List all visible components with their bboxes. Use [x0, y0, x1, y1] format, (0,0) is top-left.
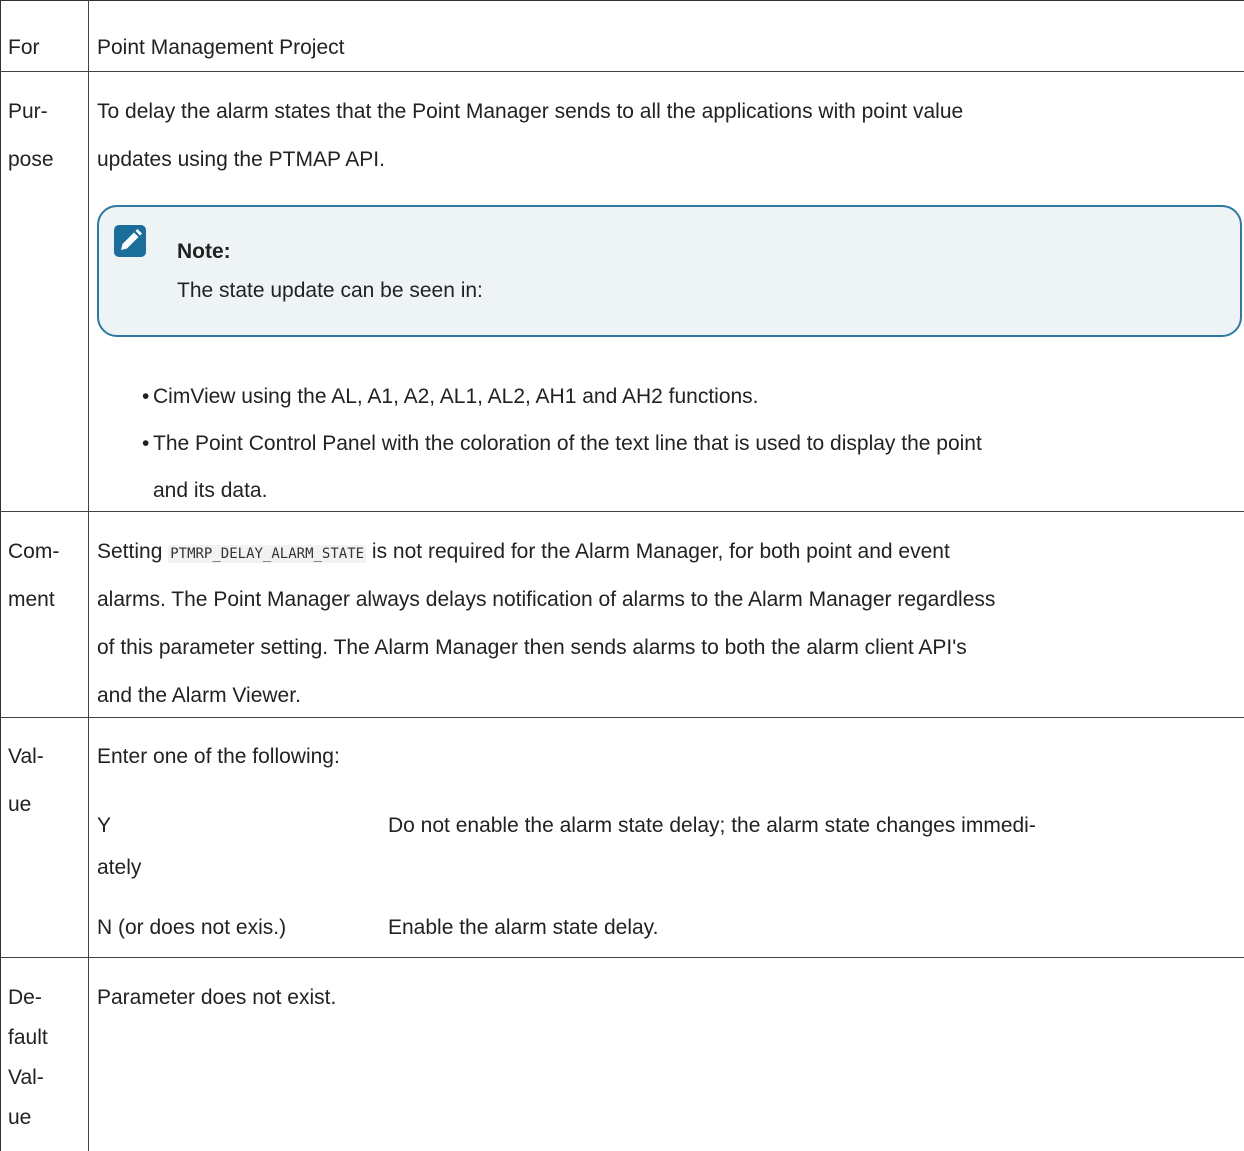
row-label-value-1: Val- — [8, 745, 44, 768]
note-box: Note: The state update can be seen in: — [97, 205, 1242, 337]
row-label-value-2: ue — [8, 793, 32, 816]
row-divider — [0, 957, 1244, 958]
value-intro: Enter one of the following: — [97, 745, 340, 768]
option-key-n: N (or does not exis.) — [97, 916, 287, 939]
parameter-code: PTMRP_DELAY_ALARM_STATE — [168, 545, 367, 563]
row-divider — [0, 511, 1244, 512]
option-key-y: Y — [97, 814, 112, 837]
comment-line-4: and the Alarm Viewer. — [97, 684, 301, 707]
row-label-default-1: De- — [8, 986, 42, 1009]
purpose-line-2: updates using the PTMAP API. — [97, 148, 385, 171]
row-label-comment-2: ment — [8, 588, 55, 611]
row-label-for: For — [8, 36, 40, 59]
option-desc-y: Do not enable the alarm state delay; the… — [388, 814, 1036, 837]
row-label-default-4: ue — [8, 1106, 32, 1129]
comment-line-1-post: is not required for the Alarm Manager, f… — [366, 540, 950, 563]
row-label-comment-1: Com- — [8, 540, 60, 563]
column-divider — [88, 0, 89, 1151]
option-desc-n: Enable the alarm state delay. — [388, 916, 659, 939]
comment-line-2: alarms. The Point Manager always delays … — [97, 588, 996, 611]
comment-line-1: Setting PTMRP_DELAY_ALARM_STATE is not r… — [97, 533, 950, 573]
row-divider — [0, 717, 1244, 718]
row-label-purpose-2: pose — [8, 148, 54, 171]
purpose-line-1: To delay the alarm states that the Point… — [97, 100, 964, 123]
option-desc-y-cont: ately — [97, 856, 142, 879]
for-value: Point Management Project — [97, 36, 345, 59]
row-label-purpose-1: Pur- — [8, 100, 48, 123]
row-divider — [0, 71, 1244, 72]
bullet-item-continuation: and its data. — [153, 479, 268, 502]
row-label-default-3: Val- — [8, 1066, 44, 1089]
pencil-note-icon — [114, 225, 146, 257]
bullet-item-cimview: CimView using the AL, A1, A2, AL1, AL2, … — [142, 378, 759, 416]
bullet-item-point-control-panel: The Point Control Panel with the colorat… — [142, 425, 982, 463]
comment-line-1-pre: Setting — [97, 540, 169, 563]
note-body: The state update can be seen in: — [177, 279, 483, 302]
comment-line-3: of this parameter setting. The Alarm Man… — [97, 636, 967, 659]
default-value: Parameter does not exist. — [97, 986, 337, 1009]
note-title: Note: — [177, 240, 231, 263]
row-label-default-2: fault — [8, 1026, 48, 1049]
